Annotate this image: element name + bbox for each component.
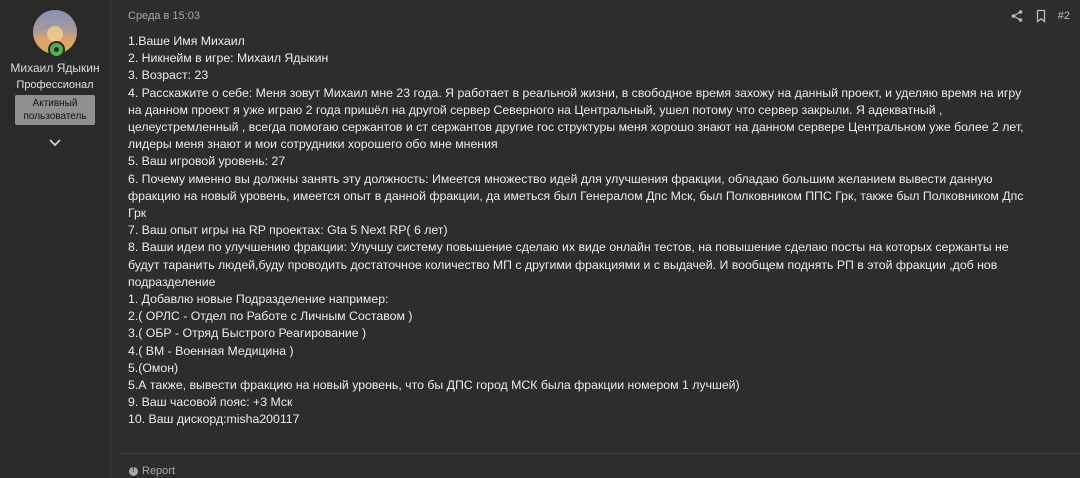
user-title: Профессионал bbox=[16, 79, 94, 91]
avatar-sun bbox=[47, 26, 63, 42]
post-line: будут таранить людей,буду проводить дост… bbox=[128, 257, 998, 272]
post-line: 1. Добавлю новые Подразделение например: bbox=[128, 292, 389, 307]
report-label: Report bbox=[142, 465, 176, 477]
post-line: 6. Почему именно вы должны занять эту до… bbox=[128, 171, 993, 186]
footer-divider bbox=[120, 453, 1080, 454]
post-line: 2.( ОРЛС - Отдел по Работе с Личным Сост… bbox=[128, 309, 413, 324]
post-actions: #2 bbox=[1010, 8, 1070, 24]
post-line: 1.Ваше Имя Михаил bbox=[128, 34, 245, 48]
forum-post: Михаил Ядыкин Профессионал Активный поль… bbox=[0, 0, 1080, 478]
username[interactable]: Михаил Ядыкин bbox=[0, 61, 110, 75]
post-line: фракцию на новый уровень, имеется опыт в… bbox=[128, 188, 1024, 203]
report-icon bbox=[129, 465, 138, 476]
post-line: Грк bbox=[128, 206, 147, 221]
post-line: 5. Ваш игровой уровень: 27 bbox=[128, 154, 286, 169]
post-line: 3.( ОБР - Отряд Быстрого Реагирование ) bbox=[128, 326, 367, 341]
report-link[interactable]: Report bbox=[129, 465, 175, 477]
post-line: целеустремленный , всегда помогаю сержан… bbox=[128, 120, 1024, 135]
post-line: лидеры меня знают и мои сотрудники хорош… bbox=[128, 137, 498, 152]
post-content: 1.Ваше Имя Михаил 2. Никнейм в игре: Мих… bbox=[128, 33, 1063, 429]
bookmark-icon[interactable] bbox=[1034, 9, 1048, 23]
user-panel: Михаил Ядыкин Профессионал Активный поль… bbox=[0, 0, 111, 478]
post-number[interactable]: #2 bbox=[1058, 10, 1070, 22]
post-line: 10. Ваш дискорд:misha200117 bbox=[128, 412, 300, 427]
chevron-down-icon[interactable] bbox=[47, 134, 63, 150]
user-banner-line-2: пользователь bbox=[23, 111, 87, 122]
post-line: 5.(Омон) bbox=[128, 360, 179, 375]
post-date[interactable]: Среда в 15:03 bbox=[128, 10, 200, 22]
user-banner-line-1: Активный bbox=[32, 98, 78, 109]
post-line: подразделение bbox=[128, 274, 216, 289]
post-line: 4.( ВМ - Военная Медицина ) bbox=[128, 343, 294, 358]
post-line: 7. Ваш опыт игры на RP проектах: Gta 5 N… bbox=[128, 223, 448, 238]
post-line: 2. Никнейм в игре: Михаил Ядыкин bbox=[128, 51, 329, 66]
online-status-icon bbox=[48, 41, 65, 58]
user-banner: Активный пользователь bbox=[15, 95, 95, 125]
post-line: 5.А также, вывести фракцию на новый уров… bbox=[128, 378, 740, 393]
share-icon[interactable] bbox=[1010, 9, 1024, 23]
post-line: 4. Расскажите о себе: Меня зовут Михаил … bbox=[128, 85, 1022, 100]
post-line: 8. Ваши идеи по улучшению фракции: Улучш… bbox=[128, 240, 1009, 255]
post-line: 3. Возраст: 23 bbox=[128, 68, 209, 83]
post-line: на данном проект я уже играю 2 года приш… bbox=[128, 102, 943, 117]
post-line: 9. Ваш часовой пояс: +3 Мск bbox=[128, 395, 293, 410]
